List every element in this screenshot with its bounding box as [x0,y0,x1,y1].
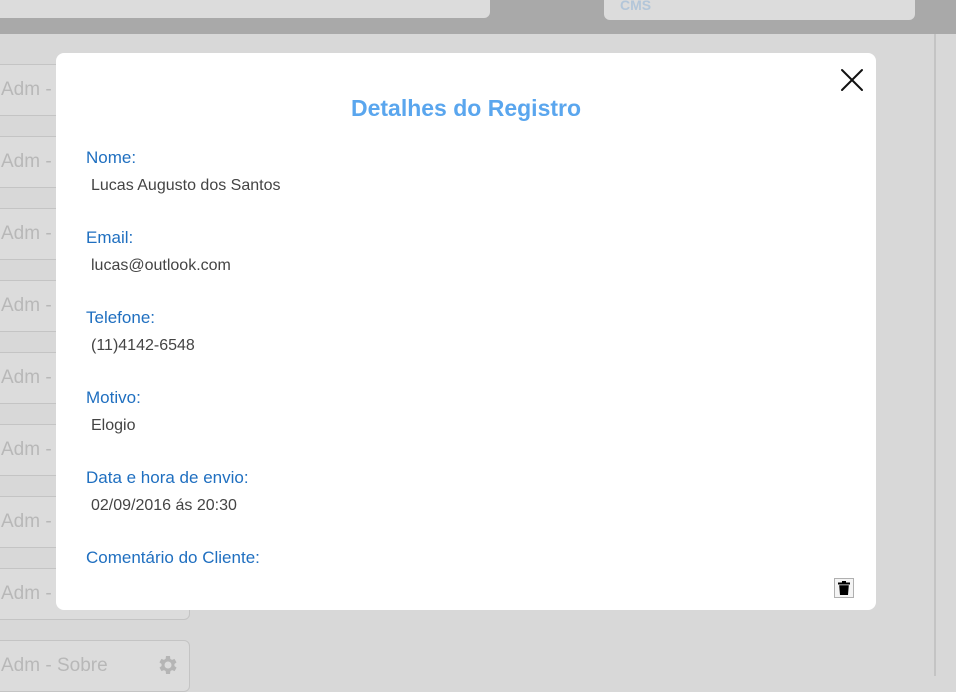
field-label: Nome: [86,148,137,167]
field-value: (11)4142-6548 [91,337,195,354]
delete-button[interactable] [834,578,854,598]
right-divider [934,34,936,676]
field-telefone: Telefone: (11)4142-6548 [86,308,195,355]
field-value: Elogio [91,417,136,434]
field-value: 02/09/2016 ás 20:30 [91,497,237,514]
field-email: Email: lucas@outlook.com [86,228,231,275]
field-label: Comentário do Cliente: [86,548,260,567]
field-value: Lucas Augusto dos Santos [91,177,281,194]
field-label: Data e hora de envio: [86,468,249,487]
field-motivo: Motivo: Elogio [86,388,141,435]
close-button[interactable] [840,68,864,92]
field-comentario: Comentário do Cliente: [86,548,260,577]
close-icon [841,69,863,91]
field-label: Motivo: [86,388,141,407]
field-nome: Nome: Lucas Augusto dos Santos [86,148,280,195]
field-label: Email: [86,228,134,247]
top-bar: CMS [0,0,956,34]
cms-label: CMS [620,0,652,13]
top-search-box[interactable] [0,0,490,18]
trash-icon [838,581,850,595]
field-value: lucas@outlook.com [91,257,231,274]
field-data-envio: Data e hora de envio: 02/09/2016 ás 20:3… [86,468,249,515]
record-details-modal: Detalhes do Registro Nome: Lucas Augusto… [56,53,876,610]
field-label: Telefone: [86,308,155,327]
modal-title: Detalhes do Registro [350,95,582,121]
